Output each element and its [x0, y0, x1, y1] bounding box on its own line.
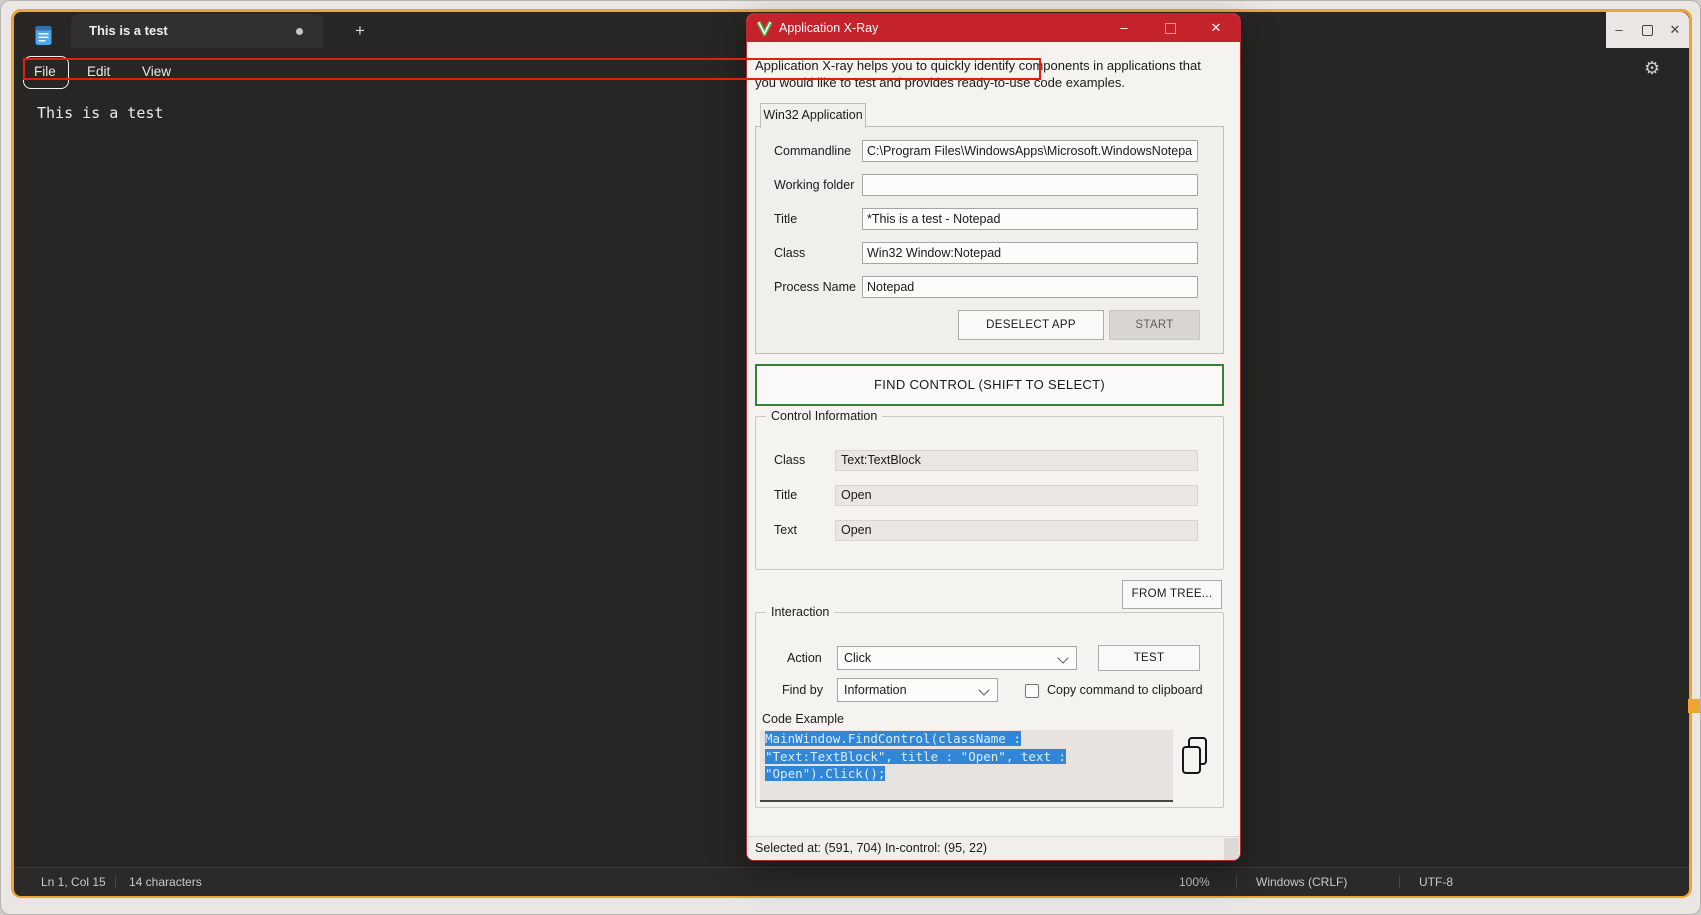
xray-logo-icon [756, 20, 773, 41]
dialog-close-button[interactable]: ✕ [1201, 14, 1231, 42]
ctrl-title-label: Title [774, 485, 797, 506]
class-input[interactable]: Win32 Window:Notepad [862, 242, 1198, 264]
notepad-statusbar: Ln 1, Col 15 14 characters 100% Windows … [14, 867, 1689, 896]
resize-grip [1224, 838, 1239, 860]
class-label: Class [774, 242, 805, 264]
unsaved-dot-icon [296, 28, 303, 35]
copy-command-checkbox-label: Copy command to clipboard [1047, 683, 1203, 697]
test-button[interactable]: TEST [1098, 645, 1200, 671]
title-input[interactable]: *This is a test - Notepad [862, 208, 1198, 230]
dialog-maximize-button[interactable] [1155, 14, 1185, 42]
code-line: "Text:TextBlock", title : "Open", text : [760, 748, 1173, 766]
control-highlight-rectangle [23, 58, 1041, 80]
selection-coordinates: Selected at: (591, 704) In-control: (95,… [755, 837, 987, 860]
process-name-input[interactable]: Notepad [862, 276, 1198, 298]
highlight-edge-marker [1688, 699, 1701, 713]
ctrl-text-label: Text [774, 520, 797, 541]
code-example-textarea[interactable]: MainWindow.FindControl(className : "Text… [760, 730, 1173, 802]
action-dropdown[interactable]: Click [837, 646, 1077, 670]
tab-title: This is a test [89, 14, 168, 48]
plus-icon: + [355, 21, 365, 40]
code-line: MainWindow.FindControl(className : [760, 730, 1173, 748]
start-button[interactable]: START [1109, 310, 1200, 340]
tab-win32-application[interactable]: Win32 Application [760, 103, 866, 128]
code-example-label: Code Example [762, 712, 844, 726]
maximize-icon [1165, 23, 1176, 34]
close-button[interactable]: ✕ [1662, 12, 1688, 48]
copy-to-clipboard-icon[interactable] [1180, 736, 1210, 781]
maximize-button[interactable] [1634, 12, 1660, 48]
from-tree-button[interactable]: FROM TREE... [1122, 580, 1222, 609]
dialog-minimize-button[interactable]: – [1109, 14, 1139, 42]
ctrl-class-value: Text:TextBlock [835, 450, 1198, 471]
dialog-titlebar: Application X-Ray – ✕ [747, 14, 1240, 42]
status-char-count: 14 characters [129, 868, 202, 896]
new-tab-button[interactable]: + [347, 18, 373, 44]
xray-dialog: Application X-Ray – ✕ Application X-ray … [746, 13, 1241, 861]
maximize-icon [1642, 25, 1653, 36]
find-by-dropdown[interactable]: Information [837, 678, 998, 702]
status-divider [1236, 875, 1237, 889]
action-value: Click [844, 651, 871, 665]
find-control-button[interactable]: FIND CONTROL (SHIFT TO SELECT) [755, 364, 1224, 406]
working-folder-input[interactable] [862, 174, 1198, 196]
chevron-down-icon [978, 684, 989, 695]
status-cursor-position: Ln 1, Col 15 [41, 868, 106, 896]
chevron-down-icon [1057, 652, 1068, 663]
status-encoding[interactable]: UTF-8 [1419, 868, 1453, 896]
working-folder-label: Working folder [774, 174, 854, 196]
commandline-input[interactable]: C:\Program Files\WindowsApps\Microsoft.W… [862, 140, 1198, 162]
notepad-window-controls: – ✕ [1606, 12, 1689, 48]
process-name-label: Process Name [774, 276, 856, 298]
minimize-icon: – [1120, 20, 1127, 35]
copy-command-checkbox[interactable] [1025, 684, 1039, 698]
code-line: "Open").Click(); [760, 765, 1173, 783]
close-icon: ✕ [1670, 22, 1681, 37]
find-by-label: Find by [782, 679, 823, 701]
ctrl-title-value: Open [835, 485, 1198, 506]
notepad-tab[interactable]: This is a test [71, 14, 323, 48]
close-icon: ✕ [1211, 20, 1222, 35]
screen: This is a test + – ✕ File Edit View ⚙ Th… [0, 0, 1701, 915]
status-divider [1399, 875, 1400, 889]
status-divider [115, 875, 116, 889]
dialog-statusbar: Selected at: (591, 704) In-control: (95,… [747, 836, 1240, 860]
status-zoom[interactable]: 100% [1179, 868, 1210, 896]
status-line-ending[interactable]: Windows (CRLF) [1256, 868, 1347, 896]
editor-text[interactable]: This is a test [37, 104, 163, 122]
commandline-label: Commandline [774, 140, 851, 162]
ctrl-text-value: Open [835, 520, 1198, 541]
control-information-title: Control Information [766, 409, 882, 423]
interaction-title: Interaction [766, 605, 834, 619]
action-label: Action [787, 647, 822, 669]
find-by-value: Information [844, 683, 907, 697]
dialog-title: Application X-Ray [779, 14, 878, 42]
notepad-app-icon [34, 24, 53, 52]
ctrl-class-label: Class [774, 450, 805, 471]
settings-gear-icon[interactable]: ⚙ [1644, 58, 1660, 79]
minimize-icon: – [1615, 22, 1622, 37]
title-label: Title [774, 208, 797, 230]
deselect-app-button[interactable]: DESELECT APP [958, 310, 1104, 340]
minimize-button[interactable]: – [1606, 12, 1632, 48]
